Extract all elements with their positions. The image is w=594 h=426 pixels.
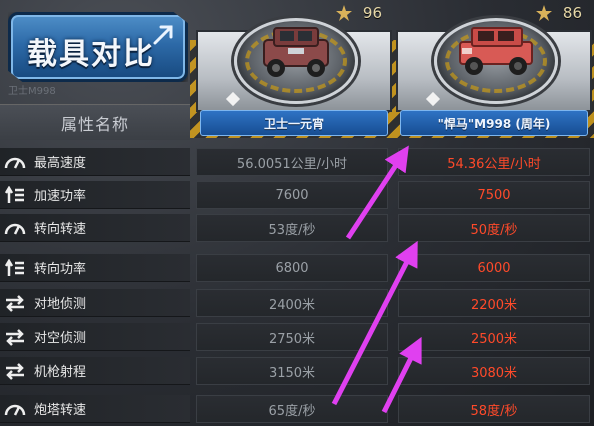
stat-value-2: 6000	[398, 254, 590, 282]
stat-value-2: 54.36公里/小时	[398, 148, 590, 176]
attribute-header-label: 属性名称	[60, 114, 129, 134]
stat-row: 转向转速 53度/秒 50度/秒	[0, 214, 594, 242]
stat-value-2: 7500	[398, 181, 590, 209]
title-badge: 载具对比	[8, 12, 188, 82]
stat-row: 最高速度 56.0051公里/小时 54.36公里/小时	[0, 148, 594, 176]
stat-value-1: 65度/秒	[196, 395, 388, 423]
stat-value-1: 3150米	[196, 357, 388, 385]
vehicle-name-1: 卫士一元宵	[200, 110, 388, 136]
stat-label: 最高速度	[34, 156, 87, 171]
page-title: 载具对比	[27, 37, 155, 72]
stat-value-2: 58度/秒	[398, 395, 590, 423]
stat-value-2: 3080米	[398, 357, 590, 385]
stat-value-2: 2500米	[398, 323, 590, 351]
attribute-header: 属性名称	[0, 104, 190, 140]
vehicle-name-2: "悍马"M998 (周年)	[400, 110, 588, 136]
ghost-label: 卫士M998	[8, 86, 56, 97]
stat-row: 炮塔转速 65度/秒 58度/秒	[0, 395, 594, 423]
stat-value-1: 6800	[196, 254, 388, 282]
swap-icon	[0, 323, 30, 351]
stat-row: 加速功率 7600 7500	[0, 181, 594, 209]
accel-icon	[0, 254, 30, 282]
stat-label: 机枪射程	[34, 365, 87, 380]
stat-row: 机枪射程 3150米 3080米	[0, 357, 594, 385]
stat-value-1: 2400米	[196, 289, 388, 317]
suv-vehicle-icon	[263, 27, 329, 77]
stat-value-1: 56.0051公里/小时	[196, 148, 388, 176]
speedometer-icon	[0, 395, 30, 423]
swap-icon	[0, 357, 30, 385]
stat-label: 转向转速	[34, 222, 87, 237]
score-display: 96	[335, 0, 382, 26]
stat-row: 对地侦测 2400米 2200米	[0, 289, 594, 317]
stat-label: 对空侦测	[34, 331, 87, 346]
accel-icon	[0, 181, 30, 209]
stat-label: 转向功率	[34, 262, 87, 277]
vehicle-card-1[interactable]: 96 卫士一元宵	[196, 0, 392, 138]
humvee-vehicle-icon	[459, 27, 533, 75]
speedometer-icon	[0, 148, 30, 176]
swap-icon	[0, 289, 30, 317]
vehicle-score: 86	[562, 4, 582, 22]
stat-value-1: 2750米	[196, 323, 388, 351]
stat-row: 对空侦测 2750米 2500米	[0, 323, 594, 351]
stat-value-2: 50度/秒	[398, 214, 590, 242]
stat-label: 炮塔转速	[34, 403, 87, 418]
stat-value-1: 53度/秒	[196, 214, 388, 242]
stat-value-1: 7600	[196, 181, 388, 209]
stat-label: 加速功率	[34, 189, 87, 204]
stat-value-2: 2200米	[398, 289, 590, 317]
vehicle-card-2[interactable]: 86 "悍马"M998 (周年)	[396, 0, 592, 138]
stat-label: 对地侦测	[34, 297, 87, 312]
arrow-up-right-icon	[153, 25, 173, 45]
stat-row: 转向功率 6800 6000	[0, 254, 594, 282]
score-display: 86	[535, 0, 582, 26]
rank-emblem-icon	[535, 5, 552, 21]
speedometer-icon	[0, 214, 30, 242]
rank-emblem-icon	[335, 5, 352, 21]
vehicle-score: 96	[362, 4, 382, 22]
